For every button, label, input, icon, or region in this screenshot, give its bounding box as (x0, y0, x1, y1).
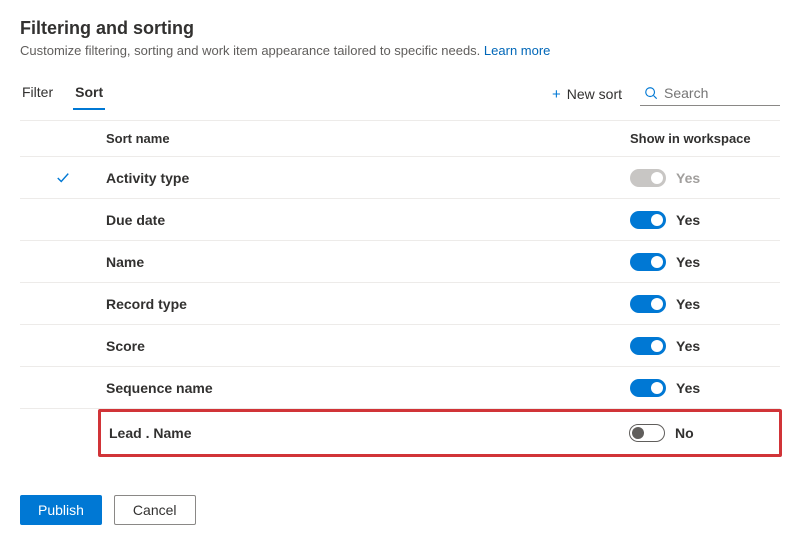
show-in-workspace-toggle[interactable] (630, 211, 666, 229)
search-icon (644, 86, 658, 100)
toggle-label: Yes (676, 380, 700, 396)
toggle-label: Yes (676, 254, 700, 270)
toggle-label: Yes (676, 296, 700, 312)
cancel-button[interactable]: Cancel (114, 495, 196, 525)
show-in-workspace-toggle (630, 169, 666, 187)
tab-sort[interactable]: Sort (73, 78, 105, 110)
sort-name-cell: Lead . Name (109, 425, 629, 441)
sort-name-cell: Sequence name (106, 380, 630, 396)
new-sort-label: New sort (567, 86, 622, 102)
sort-name-cell: Record type (106, 296, 630, 312)
check-icon (56, 171, 70, 185)
new-sort-button[interactable]: + New sort (546, 82, 628, 107)
table-row: Record type Yes (20, 283, 780, 325)
toggle-label: Yes (676, 170, 700, 186)
toggle-label: Yes (676, 212, 700, 228)
table-row: Lead . Name No (101, 412, 779, 454)
column-sort-name: Sort name (106, 131, 630, 146)
toggle-label: Yes (676, 338, 700, 354)
show-in-workspace-toggle[interactable] (630, 253, 666, 271)
show-in-workspace-toggle[interactable] (629, 424, 665, 442)
show-in-workspace-toggle[interactable] (630, 379, 666, 397)
page-title: Filtering and sorting (20, 18, 780, 39)
search-input[interactable] (664, 85, 780, 101)
table-row: Due date Yes (20, 199, 780, 241)
plus-icon: + (552, 86, 561, 103)
sort-name-cell: Due date (106, 212, 630, 228)
publish-button[interactable]: Publish (20, 495, 102, 525)
table-row: Name Yes (20, 241, 780, 283)
table-header: Sort name Show in workspace (20, 120, 780, 157)
learn-more-link[interactable]: Learn more (484, 43, 550, 58)
show-in-workspace-toggle[interactable] (630, 295, 666, 313)
show-in-workspace-toggle[interactable] (630, 337, 666, 355)
sort-name-cell: Score (106, 338, 630, 354)
highlighted-row: Lead . Name No (98, 409, 782, 457)
search-field[interactable] (640, 83, 780, 106)
table-row: Score Yes (20, 325, 780, 367)
tab-filter[interactable]: Filter (20, 78, 55, 110)
toggle-label: No (675, 425, 694, 441)
table-row: Sequence name Yes (20, 367, 780, 409)
page-description: Customize filtering, sorting and work it… (20, 43, 780, 58)
description-text: Customize filtering, sorting and work it… (20, 43, 480, 58)
tabs: Filter Sort (20, 78, 105, 110)
sort-name-cell: Name (106, 254, 630, 270)
table-row: Activity type Yes (20, 157, 780, 199)
sort-name-cell: Activity type (106, 170, 630, 186)
column-show-in-workspace: Show in workspace (630, 131, 780, 146)
